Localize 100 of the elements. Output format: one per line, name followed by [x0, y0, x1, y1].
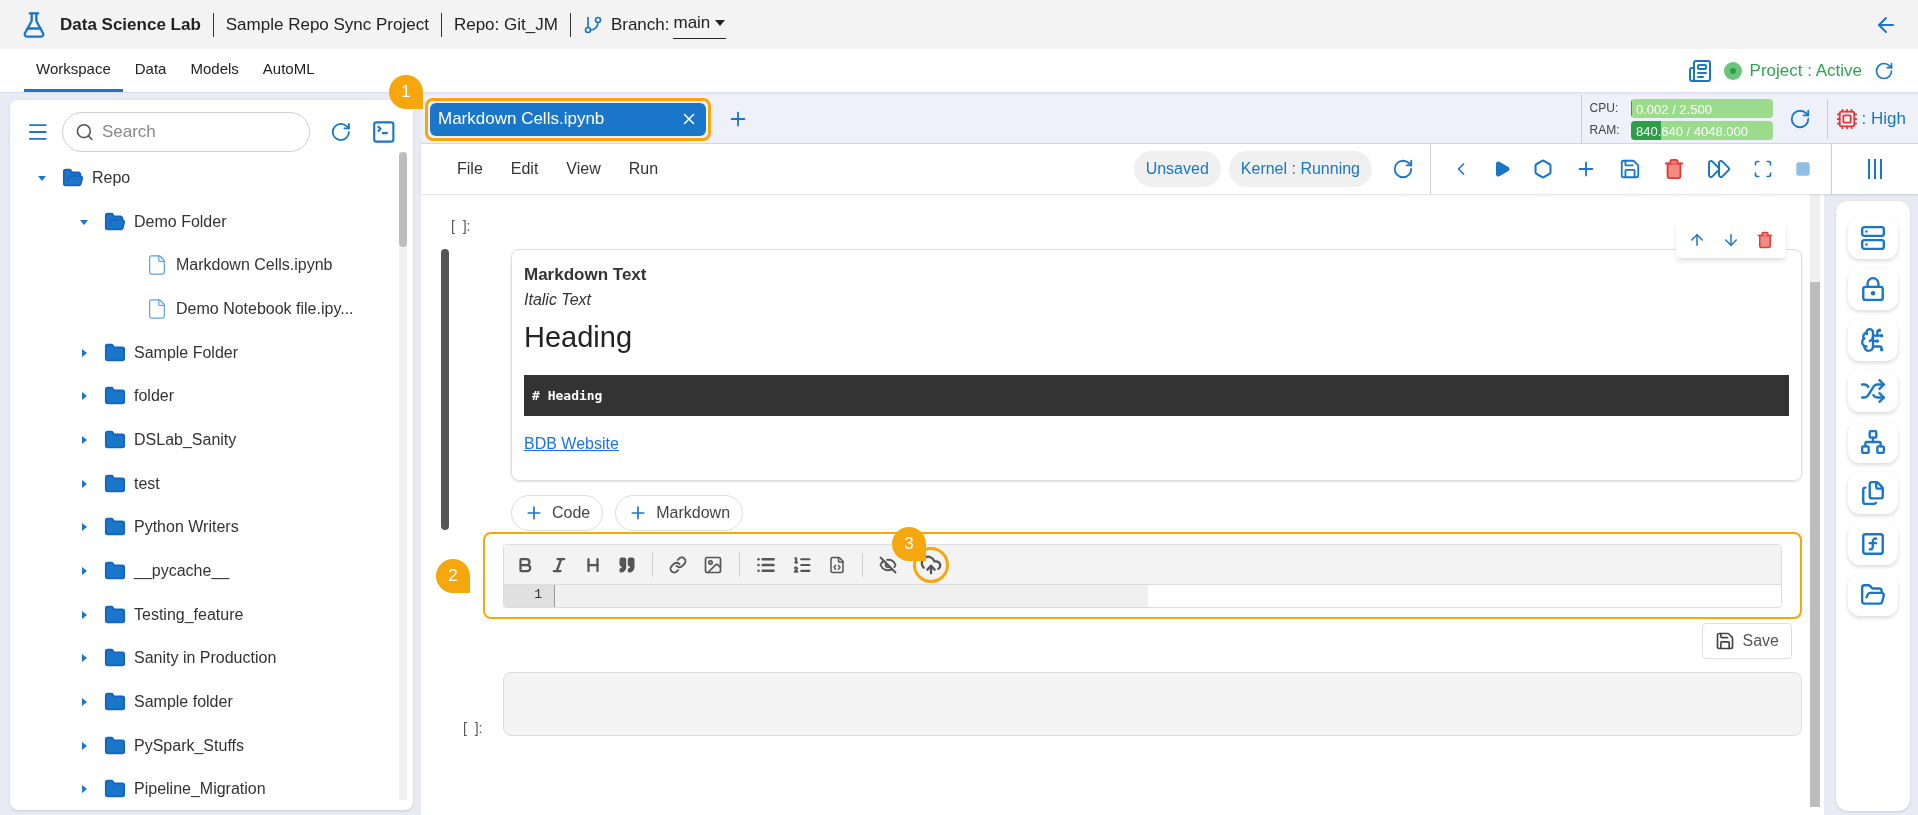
project-name: Sample Repo Sync Project	[225, 13, 429, 36]
caret-icon[interactable]	[79, 740, 89, 751]
tree-item[interactable]: Testing_feature	[134, 602, 244, 627]
columns-icon[interactable]	[1867, 158, 1883, 180]
menu-item[interactable]: Run	[616, 157, 671, 181]
caret-icon[interactable]	[79, 391, 89, 402]
folder-icon	[104, 734, 126, 757]
tree-item[interactable]: PySpark_Stuffs	[134, 733, 244, 758]
tree-item[interactable]: Python Writers	[134, 515, 239, 540]
bold-icon[interactable]	[516, 555, 534, 574]
tree-item[interactable]: Demo Notebook file.ipy...	[176, 296, 354, 321]
tree-item[interactable]: Sample folder	[134, 690, 233, 715]
caret-icon[interactable]	[79, 784, 89, 795]
search-input[interactable]: Search	[101, 119, 297, 145]
caret-icon	[714, 19, 727, 27]
resource-label: CPU:	[1589, 100, 1620, 117]
branch-icon	[582, 14, 603, 35]
image-icon[interactable]	[703, 554, 723, 575]
tree-item[interactable]: Sanity in Production	[134, 646, 277, 671]
lock-icon	[1860, 276, 1886, 302]
notebook-list-icon[interactable]	[1687, 58, 1712, 83]
tree-item[interactable]: DSLab_Sanity	[134, 427, 237, 452]
shuffle-icon	[1860, 378, 1886, 404]
terminal-icon[interactable]	[371, 119, 397, 145]
menu-item[interactable]: File	[445, 157, 495, 181]
nav-tab[interactable]: Data	[122, 49, 179, 92]
folder-icon	[104, 472, 126, 495]
caret-icon[interactable]	[79, 697, 89, 708]
tree-item[interactable]: Markdown Cells.ipynb	[176, 253, 333, 278]
quote-icon[interactable]	[618, 555, 636, 574]
caret-icon[interactable]	[79, 434, 89, 445]
open-folder-icon	[62, 166, 84, 189]
nav-tab[interactable]: AutoML	[250, 49, 327, 92]
tool-button[interactable]	[1848, 472, 1898, 514]
tree-item[interactable]: test	[134, 471, 160, 496]
fullscreen-icon[interactable]	[1753, 159, 1773, 179]
code-file-icon[interactable]	[828, 555, 846, 574]
usage-reading: 0.002 / 2.500	[1636, 100, 1712, 118]
cell-prompt: [ ]:	[451, 217, 471, 236]
usage-reading: 840.640 / 4048.000	[1636, 122, 1749, 140]
menu-item[interactable]: Edit	[498, 157, 551, 181]
markdown-bold-text: Markdown Text	[524, 264, 648, 286]
notebook-tab[interactable]: Markdown Cells.ipynb	[430, 102, 706, 136]
tool-button[interactable]	[1848, 523, 1898, 565]
tree-item[interactable]: folder	[134, 384, 175, 409]
project-status: Project : Active	[1749, 59, 1862, 82]
delete-icon[interactable]	[1663, 158, 1685, 180]
hexagon-icon[interactable]	[1533, 159, 1553, 179]
tool-button[interactable]	[1848, 217, 1898, 259]
caret-icon[interactable]	[79, 478, 89, 489]
repo-name: Repo: Git_JM	[453, 13, 558, 36]
markdown-heading: Heading	[524, 319, 634, 355]
branch-label: Branch:	[610, 13, 670, 36]
tree-item[interactable]: Demo Folder	[134, 209, 227, 234]
run-icon[interactable]	[1493, 160, 1511, 178]
line-number: 1	[504, 585, 554, 607]
caret-icon[interactable]	[79, 609, 89, 620]
move-up-icon[interactable]	[1688, 231, 1706, 249]
restart-kernel-icon[interactable]	[1392, 158, 1414, 180]
tree-item[interactable]: Pipeline_Migration	[134, 777, 266, 802]
numbered-list-icon[interactable]	[792, 554, 812, 575]
refresh-icon[interactable]	[329, 121, 352, 143]
caret-icon[interactable]	[79, 347, 89, 358]
caret-icon[interactable]	[79, 653, 89, 664]
menu-item[interactable]: View	[554, 157, 613, 181]
caret-icon[interactable]	[79, 522, 89, 533]
tool-button[interactable]	[1848, 268, 1898, 310]
heading-icon[interactable]	[584, 555, 602, 574]
caret-icon[interactable]	[79, 566, 89, 577]
tree-item[interactable]: __pycache__	[134, 559, 230, 584]
refresh-icon[interactable]	[1788, 108, 1811, 130]
run-all-icon[interactable]	[1707, 157, 1731, 181]
cloud-upload-icon	[920, 553, 942, 576]
nav-tab[interactable]: Models	[178, 49, 251, 92]
italic-icon[interactable]	[550, 555, 568, 574]
server-icon	[1860, 225, 1886, 251]
scrollbar[interactable]	[1810, 194, 1820, 807]
save-button[interactable]: Save	[1701, 623, 1792, 659]
documents-icon	[1860, 480, 1886, 506]
tool-button[interactable]	[1848, 421, 1898, 463]
delete-icon[interactable]	[1756, 231, 1774, 249]
branch-dropdown[interactable]: main	[673, 10, 727, 39]
tool-button[interactable]	[1848, 370, 1898, 412]
cell-prompt: [ ]:	[462, 719, 484, 738]
link-icon[interactable]	[669, 555, 687, 574]
tool-button[interactable]	[1848, 574, 1898, 616]
tool-button[interactable]	[1848, 319, 1898, 361]
preview-icon[interactable]	[879, 555, 897, 574]
refresh-icon[interactable]	[1874, 60, 1894, 81]
scrollbar[interactable]	[399, 152, 407, 800]
open-folder-icon	[104, 210, 126, 233]
tree-item[interactable]: Sample Folder	[134, 340, 239, 365]
markdown-italic-text: Italic Text	[524, 289, 593, 310]
tree-item[interactable]: Repo	[92, 165, 131, 190]
save-icon[interactable]	[1619, 158, 1641, 180]
empty-cell[interactable]	[503, 672, 1802, 736]
website-link[interactable]: BDB Website	[524, 432, 619, 456]
search-icon	[74, 121, 94, 143]
move-down-icon[interactable]	[1722, 231, 1740, 249]
nav-tab[interactable]: Workspace	[24, 49, 123, 92]
